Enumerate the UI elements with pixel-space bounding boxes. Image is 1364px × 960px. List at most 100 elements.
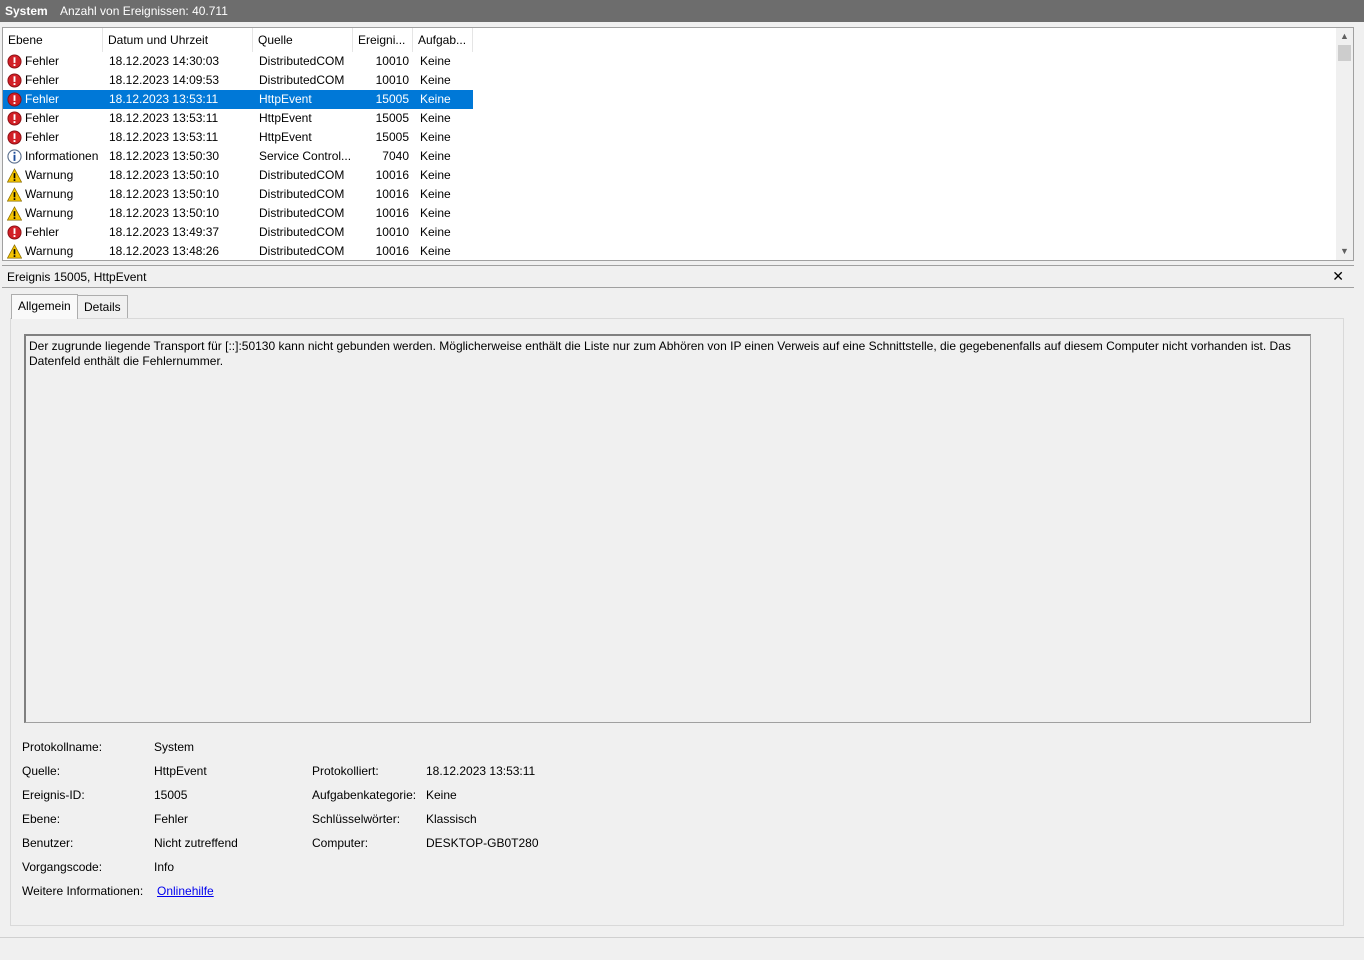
cell-datetime: 18.12.2023 13:50:10 xyxy=(109,187,220,201)
table-row[interactable]: Fehler 18.12.2023 13:53:11 HttpEvent 15005 K… xyxy=(3,90,1339,109)
task-category-label: Aufgabenkategorie: xyxy=(312,788,417,802)
cell-level: Warnung xyxy=(25,244,74,258)
status-bar xyxy=(0,937,1364,960)
column-header-event-id[interactable]: Ereigni... xyxy=(353,28,413,52)
level-label: Ebene: xyxy=(22,812,61,826)
cell-event-id: 10016 xyxy=(375,168,409,182)
close-icon[interactable]: ✕ xyxy=(1332,268,1344,285)
row-cells: Fehler 18.12.2023 13:53:11 HttpEvent 15005 K… xyxy=(3,90,473,109)
table-row[interactable]: Fehler 18.12.2023 13:53:11 HttpEvent 15005 K… xyxy=(3,128,1339,147)
cell-level: Informationen xyxy=(25,149,99,163)
cell-datetime: 18.12.2023 13:50:30 xyxy=(109,149,220,163)
cell-event-id: 10016 xyxy=(375,244,409,258)
cell-source: HttpEvent xyxy=(259,92,312,106)
scroll-down-icon[interactable]: ▼ xyxy=(1336,243,1353,260)
warning-icon xyxy=(7,244,22,259)
error-icon xyxy=(7,54,22,69)
cell-task: Keine xyxy=(420,206,451,220)
cell-task: Keine xyxy=(420,168,451,182)
more-info-label: Weitere Informationen: xyxy=(22,884,144,898)
log-header-bar: System Anzahl von Ereignissen: 40.711 xyxy=(0,0,1364,22)
scroll-up-icon[interactable]: ▲ xyxy=(1336,28,1353,45)
logged-value: 18.12.2023 13:53:11 xyxy=(426,764,536,778)
opcode-label: Vorgangscode: xyxy=(22,860,103,874)
cell-task: Keine xyxy=(420,149,451,163)
cell-source: Service Control... xyxy=(259,149,352,163)
row-cells: Fehler 18.12.2023 13:49:37 DistributedCOM 1… xyxy=(3,223,473,242)
error-icon xyxy=(7,225,22,240)
table-row[interactable]: Warnung 18.12.2023 13:50:10 DistributedCOM… xyxy=(3,204,1339,223)
cell-task: Keine xyxy=(420,111,451,125)
cell-task: Keine xyxy=(420,130,451,144)
cell-event-id: 10010 xyxy=(375,73,409,87)
cell-task: Keine xyxy=(420,54,451,68)
row-cells: Informationen 18.12.2023 13:50:30 Service … xyxy=(3,147,473,166)
cell-level: Fehler xyxy=(25,92,60,106)
level-value: Fehler xyxy=(154,812,189,826)
table-row[interactable]: Informationen 18.12.2023 13:50:30 Service … xyxy=(3,147,1339,166)
row-cells: Warnung 18.12.2023 13:50:10 DistributedCOM… xyxy=(3,166,473,185)
cell-event-id: 15005 xyxy=(375,130,409,144)
event-list[interactable]: Ebene Datum und Uhrzeit Quelle Ereigni..… xyxy=(2,27,1354,261)
table-row[interactable]: Fehler 18.12.2023 14:09:53 DistributedCOM 1… xyxy=(3,71,1339,90)
column-header-task[interactable]: Aufgab... xyxy=(413,28,473,52)
cell-datetime: 18.12.2023 13:50:10 xyxy=(109,168,220,182)
tab-details[interactable]: Details xyxy=(77,295,128,319)
cell-event-id: 10010 xyxy=(375,54,409,68)
warning-icon xyxy=(7,187,22,202)
cell-source: DistributedCOM xyxy=(259,206,345,220)
window-edge xyxy=(1356,265,1364,945)
cell-level: Warnung xyxy=(25,168,74,182)
table-row[interactable]: Warnung 18.12.2023 13:50:10 DistributedCOM… xyxy=(3,185,1339,204)
table-row[interactable]: Fehler 18.12.2023 13:49:37 DistributedCOM 1… xyxy=(3,223,1339,242)
cell-level: Fehler xyxy=(25,130,60,144)
cell-source: HttpEvent xyxy=(259,111,312,125)
cell-level: Fehler xyxy=(25,111,60,125)
log-title: System xyxy=(5,4,48,18)
error-icon xyxy=(7,92,22,107)
event-id-label: Ereignis-ID: xyxy=(22,788,85,802)
log-name-value: System xyxy=(154,740,195,754)
event-detail-header: Ereignis 15005, HttpEvent ✕ xyxy=(2,265,1354,288)
column-header-level[interactable]: Ebene xyxy=(3,28,103,52)
event-detail-title: Ereignis 15005, HttpEvent xyxy=(7,270,147,284)
source-value: HttpEvent xyxy=(154,764,207,778)
row-cells: Fehler 18.12.2023 14:09:53 DistributedCOM 1… xyxy=(3,71,473,90)
cell-source: HttpEvent xyxy=(259,130,312,144)
cell-level: Fehler xyxy=(25,225,60,239)
event-list-header: Ebene Datum und Uhrzeit Quelle Ereigni..… xyxy=(3,28,1339,52)
row-cells: Fehler 18.12.2023 13:53:11 HttpEvent 15005 K… xyxy=(3,128,473,147)
cell-datetime: 18.12.2023 14:09:53 xyxy=(109,73,220,87)
table-row[interactable]: Fehler 18.12.2023 13:53:11 HttpEvent 15005 K… xyxy=(3,109,1339,128)
tab-general[interactable]: Allgemein xyxy=(11,294,78,319)
log-name-label: Protokollname: xyxy=(22,740,103,754)
cell-level: Warnung xyxy=(25,187,74,201)
table-row[interactable]: Fehler 18.12.2023 14:30:03 DistributedCOM 1… xyxy=(3,52,1339,71)
cell-event-id: 7040 xyxy=(382,149,409,163)
event-message-box[interactable]: Der zugrunde liegende Transport für [::]… xyxy=(24,334,1311,723)
info-icon xyxy=(7,149,22,164)
cell-event-id: 10016 xyxy=(375,206,409,220)
cell-level: Warnung xyxy=(25,206,74,220)
row-cells: Warnung 18.12.2023 13:50:10 DistributedCOM… xyxy=(3,185,473,204)
cell-datetime: 18.12.2023 13:50:10 xyxy=(109,206,220,220)
column-header-datetime[interactable]: Datum und Uhrzeit xyxy=(103,28,253,52)
error-icon xyxy=(7,130,22,145)
column-header-source[interactable]: Quelle xyxy=(253,28,353,52)
error-icon xyxy=(7,111,22,126)
cell-level: Fehler xyxy=(25,54,60,68)
cell-task: Keine xyxy=(420,225,451,239)
scroll-thumb[interactable] xyxy=(1338,45,1351,61)
event-id-value: 15005 xyxy=(154,788,188,802)
cell-task: Keine xyxy=(420,92,451,106)
cell-source: DistributedCOM xyxy=(259,225,345,239)
error-icon xyxy=(7,73,22,88)
online-help-link[interactable]: Onlinehilfe xyxy=(157,884,214,898)
event-list-scrollbar[interactable]: ▲ ▼ xyxy=(1336,28,1353,260)
table-row[interactable]: Warnung 18.12.2023 13:48:26 DistributedCOM… xyxy=(3,242,1339,260)
user-label: Benutzer: xyxy=(22,836,74,850)
table-row[interactable]: Warnung 18.12.2023 13:50:10 DistributedCOM… xyxy=(3,166,1339,185)
warning-icon xyxy=(7,168,22,183)
cell-task: Keine xyxy=(420,73,451,87)
user-value: Nicht zutreffend xyxy=(154,836,238,850)
